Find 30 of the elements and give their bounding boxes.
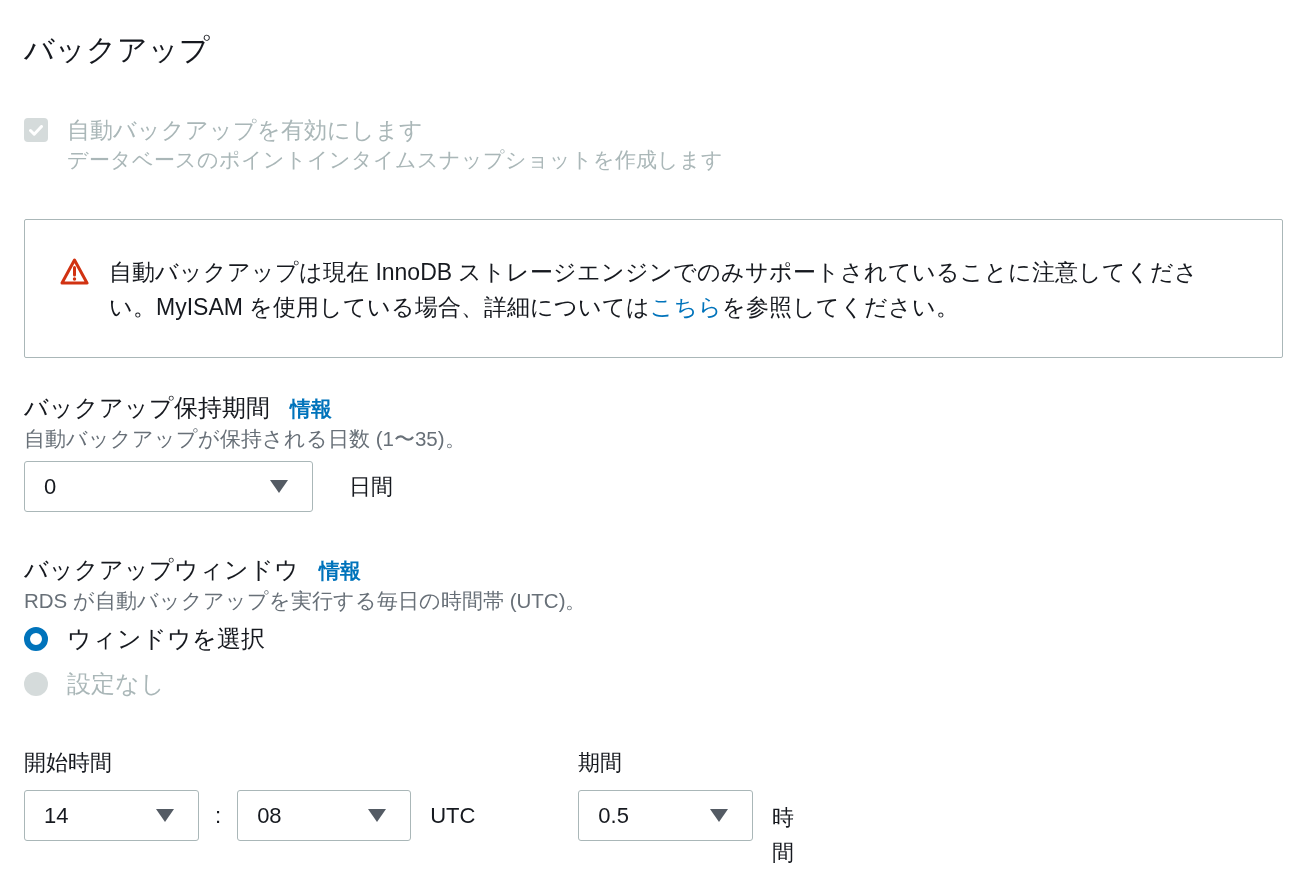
checkmark-icon [29, 124, 43, 136]
timezone-label: UTC [430, 801, 476, 830]
retention-select[interactable]: 0 [24, 460, 313, 512]
info-link[interactable]: 情報 [319, 555, 361, 587]
unit-label: 日間 [349, 472, 393, 501]
info-link[interactable]: 情報 [290, 394, 332, 425]
section-title: バックアップ [24, 32, 211, 68]
caret-down-icon [368, 808, 387, 822]
unit-label: 時間 [772, 803, 795, 867]
field-hint: RDS が自動バックアップを実行する毎日の時間帯 (UTC)。 [24, 587, 588, 614]
field-label: バックアップウィンドウ [24, 555, 299, 585]
checkbox-label: 自動バックアップを有効にします [67, 116, 424, 145]
radio-label: ウィンドウを選択 [67, 624, 265, 653]
caret-down-icon [156, 808, 174, 822]
duration-select[interactable]: 0.5 [578, 789, 754, 841]
hour-select[interactable]: 14 [24, 789, 199, 841]
alert-message: 自動バックアップは現在 InnoDB ストレージエンジンでのみサポートされていることに注意してください。MyISAM を使用している場合、詳細については こちら を参照してください。 [109, 258, 1200, 322]
radio-label: 設定なし [67, 669, 165, 698]
field-hint: 自動バックアップが保持される日数 (1〜35)。 [24, 425, 467, 452]
time-separator: : [215, 801, 222, 830]
caret-down-icon [270, 479, 288, 493]
field-label: バックアップ保持期間 [24, 394, 270, 423]
caret-down-icon [710, 808, 729, 822]
field-label: 開始時間 [24, 748, 113, 777]
field-label: 期間 [578, 748, 624, 777]
radio-button[interactable] [24, 626, 48, 651]
alert-link[interactable]: こちら [650, 294, 723, 320]
warning-icon [60, 258, 89, 285]
checkbox-description: データベースのポイントインタイムスナップショットを作成します [67, 147, 723, 173]
minute-select[interactable]: 08 [237, 789, 412, 841]
